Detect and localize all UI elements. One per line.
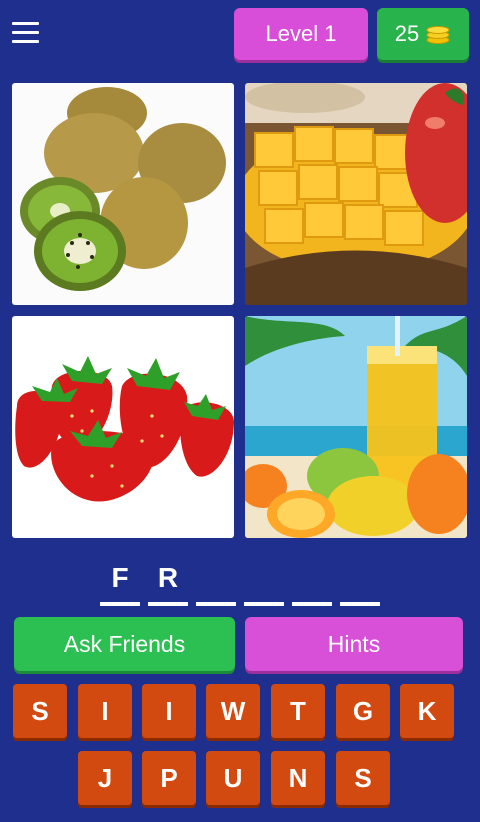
top-bar: Level 1 25 <box>0 0 480 66</box>
letter-key[interactable]: T <box>271 684 325 738</box>
clue-image-orange-juice[interactable] <box>245 316 467 538</box>
coins-count: 25 <box>394 21 420 46</box>
answer-slot[interactable] <box>244 558 284 606</box>
answer-slot[interactable] <box>340 558 380 606</box>
answer-slot[interactable]: F <box>100 558 140 606</box>
level-indicator: Level 1 <box>234 8 368 60</box>
clue-image-strawberries[interactable] <box>12 316 234 538</box>
letter-key[interactable]: P <box>142 751 196 805</box>
answer-slots: F R <box>0 558 480 606</box>
letter-key[interactable]: U <box>206 751 260 805</box>
level-label: Level 1 <box>265 21 337 46</box>
answer-slot[interactable] <box>196 558 236 606</box>
letter-key[interactable]: S <box>13 684 67 738</box>
letter-key[interactable]: G <box>336 684 390 738</box>
answer-slot[interactable]: R <box>148 558 188 606</box>
letter-key[interactable]: W <box>206 684 260 738</box>
answer-slot[interactable] <box>292 558 332 606</box>
letter-key[interactable]: K <box>400 684 454 738</box>
letter-key[interactable]: J <box>78 751 132 805</box>
coins-counter[interactable]: 25 <box>377 8 469 60</box>
letter-key[interactable]: I <box>78 684 132 738</box>
clue-image-mango[interactable] <box>245 83 467 305</box>
hints-button[interactable]: Hints <box>245 617 463 671</box>
clue-image-kiwi[interactable] <box>12 83 234 305</box>
letter-key[interactable]: I <box>142 684 196 738</box>
ask-friends-button[interactable]: Ask Friends <box>14 617 235 671</box>
letter-key[interactable]: S <box>336 751 390 805</box>
coins-stack-icon <box>426 26 450 44</box>
letter-key[interactable]: N <box>271 751 325 805</box>
hamburger-menu-icon[interactable] <box>12 22 39 44</box>
